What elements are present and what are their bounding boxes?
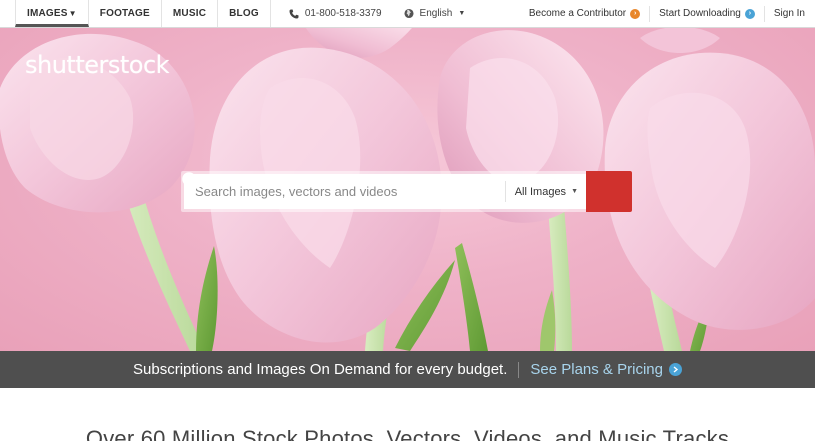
search-input[interactable]	[184, 174, 505, 209]
nav-left: IMAGES ▼ FOOTAGE MUSIC BLOG	[0, 0, 271, 27]
top-nav: IMAGES ▼ FOOTAGE MUSIC BLOG 01-800-518-3…	[0, 0, 815, 28]
language-select[interactable]: English	[420, 8, 453, 19]
start-downloading-link[interactable]: Start Downloading ›	[650, 5, 765, 22]
nav-blog-label: BLOG	[229, 8, 259, 19]
see-plans-pricing-link[interactable]: See Plans & Pricing	[530, 361, 682, 378]
see-plans-pricing-label: See Plans & Pricing	[530, 361, 663, 378]
nav-info: 01-800-518-3379 English ▼	[271, 0, 475, 27]
nav-music-label: MUSIC	[172, 8, 207, 19]
chevron-right-icon	[668, 363, 682, 376]
start-downloading-label: Start Downloading	[659, 8, 741, 19]
nav-right: Become a Contributor › Start Downloading…	[520, 0, 815, 27]
nav-images-label: IMAGES	[27, 8, 68, 19]
sign-in-label: Sign In	[773, 8, 805, 19]
search-inner: All Images ▼	[182, 171, 632, 212]
search-bar: All Images ▼	[181, 171, 632, 212]
nav-blog[interactable]: BLOG	[218, 0, 271, 27]
search-filter-dropdown[interactable]: All Images ▼	[504, 181, 586, 202]
chevron-down-icon: ▼	[571, 188, 578, 195]
nav-footage[interactable]: FOOTAGE	[89, 0, 162, 27]
promo-bar: Subscriptions and Images On Demand for e…	[0, 351, 815, 388]
chevron-down-icon: ▼	[458, 10, 466, 17]
nav-images[interactable]: IMAGES ▼	[15, 0, 89, 27]
become-contributor-link[interactable]: Become a Contributor ›	[520, 5, 651, 22]
become-contributor-label: Become a Contributor	[528, 8, 627, 19]
phone-icon	[289, 9, 299, 19]
phone-number[interactable]: 01-800-518-3379	[305, 8, 382, 19]
search-button[interactable]	[182, 171, 632, 212]
sign-in-link[interactable]: Sign In	[765, 6, 815, 22]
promo-text: Subscriptions and Images On Demand for e…	[133, 361, 508, 378]
hero-banner: shutterstock All Images ▼	[0, 28, 815, 351]
nav-footage-label: FOOTAGE	[99, 8, 150, 19]
chevron-down-icon: ▼	[68, 9, 77, 18]
shutterstock-logo[interactable]: shutterstock	[25, 51, 170, 79]
chevron-right-icon: ›	[630, 8, 641, 19]
page-headline: Over 60 Million Stock Photos, Vectors, V…	[85, 426, 730, 441]
search-filter-label: All Images	[514, 185, 567, 198]
promo-divider	[518, 361, 520, 378]
nav-music[interactable]: MUSIC	[162, 0, 219, 27]
chevron-right-icon: ›	[744, 8, 755, 19]
globe-icon	[404, 8, 414, 19]
